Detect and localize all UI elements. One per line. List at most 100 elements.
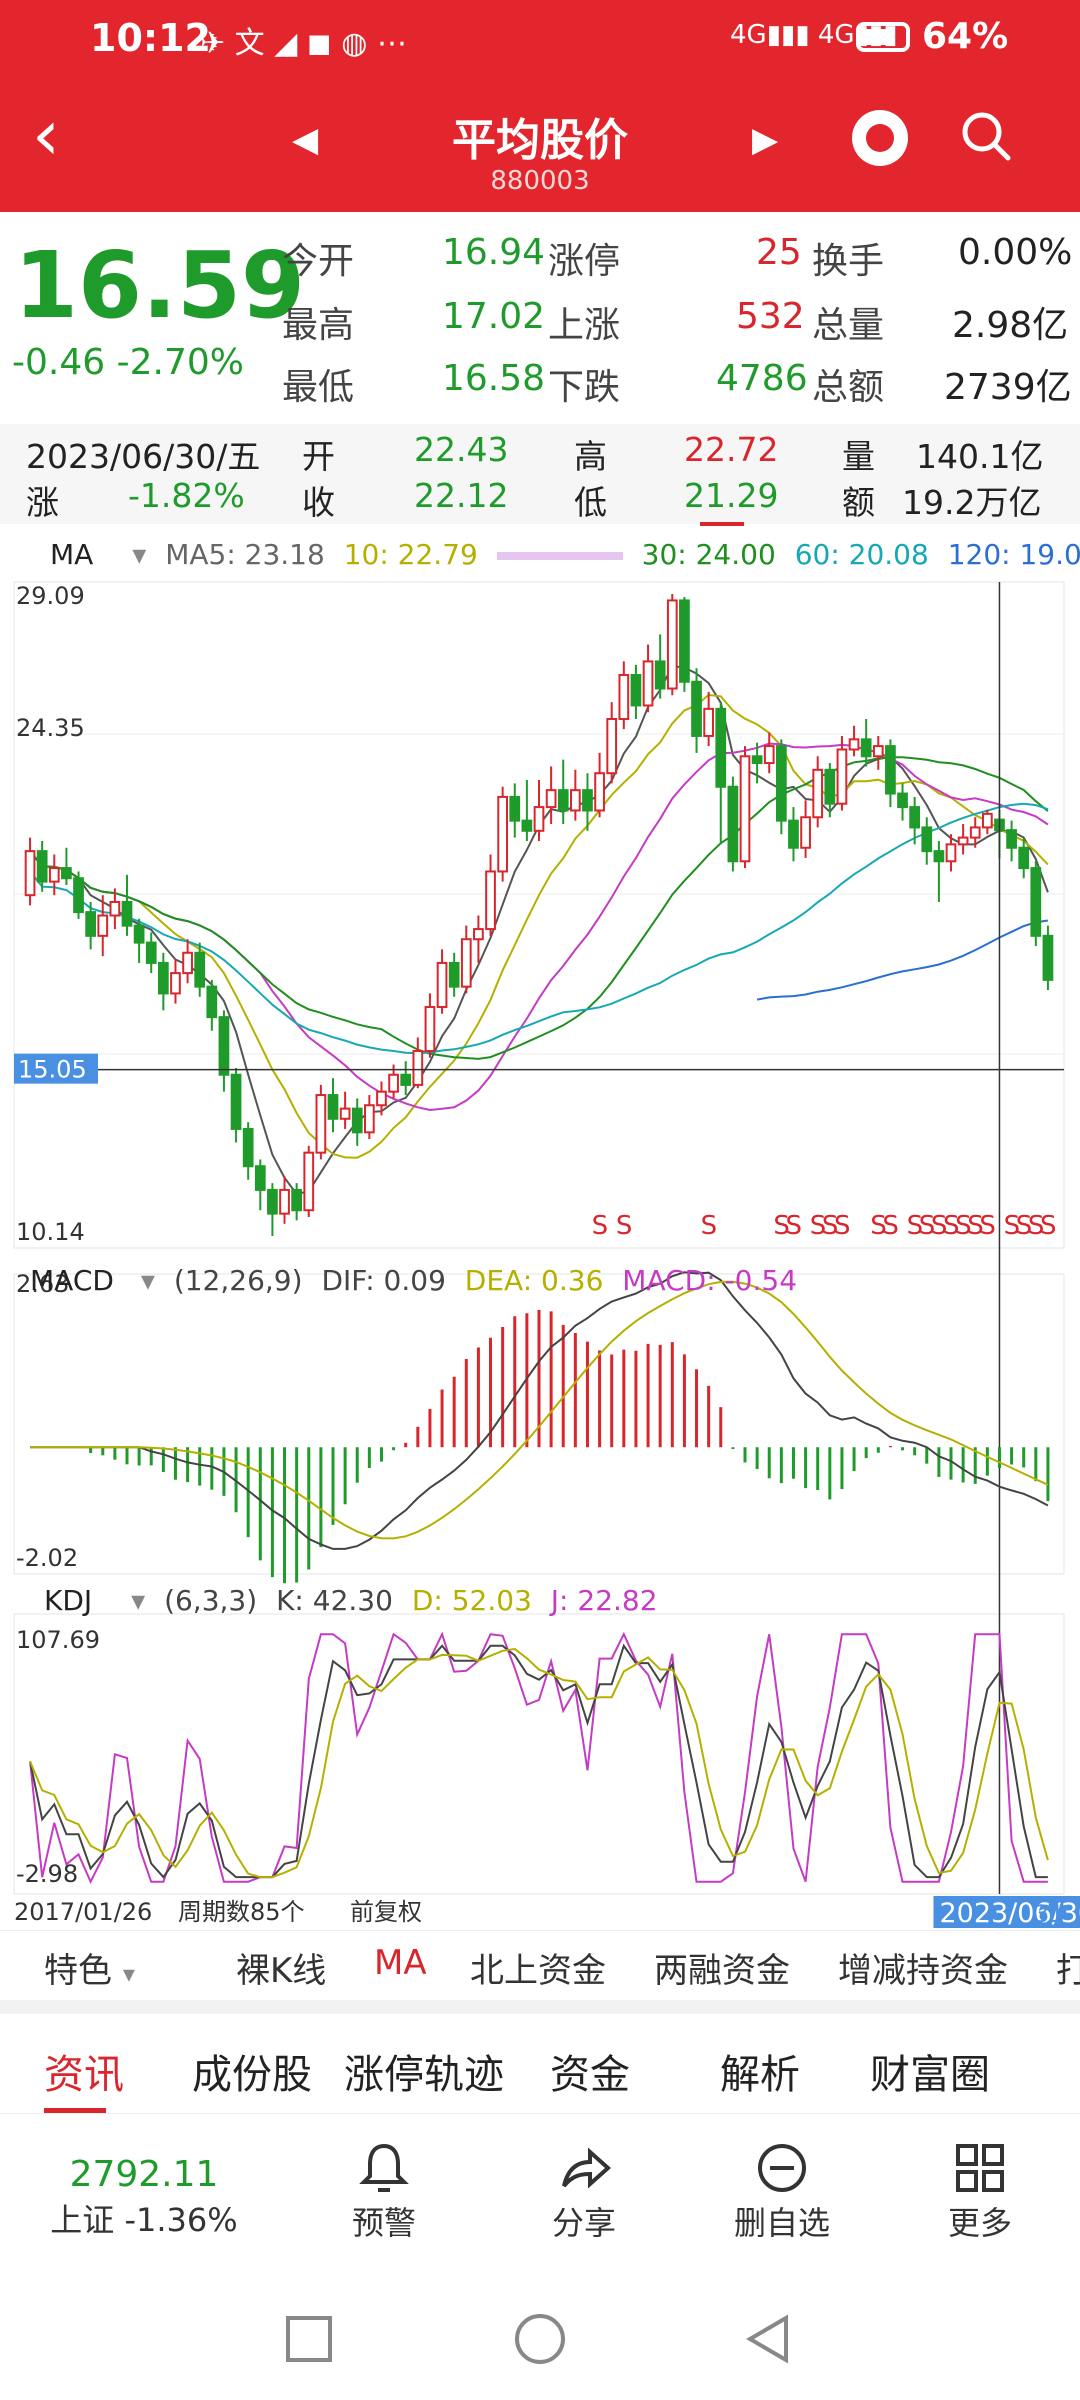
candle-body [436, 961, 448, 1008]
search-icon[interactable] [960, 110, 1012, 162]
tab-more[interactable]: 打 [1056, 1943, 1080, 1992]
more-button[interactable]: 更多 [880, 2130, 1080, 2244]
ma60-value: 60: 20.08 [794, 538, 929, 571]
label-advance: 上涨 [548, 305, 621, 346]
ohlc-volume-label: 量 [842, 437, 875, 476]
candle-body [969, 826, 981, 839]
label-low: 最低 [282, 367, 355, 408]
candle-body [642, 660, 654, 707]
stock-code: 880003 [490, 166, 590, 196]
candle-body [339, 1107, 351, 1120]
home-icon[interactable] [515, 2314, 565, 2364]
tab-news[interactable]: 资讯 [44, 2042, 124, 2100]
change-percent: -2.70% [116, 342, 244, 383]
kline-chart[interactable]: 29.0924.3510.1415.05S S S SS SSS SS SSSSSSS SSS… [0, 574, 1080, 1930]
ma120-value: 120: 19.02 [947, 538, 1080, 571]
minus-circle-icon [758, 2144, 806, 2192]
sell-signal-marker: S [785, 1211, 802, 1241]
ohlc-open-label: 开 [302, 437, 335, 476]
value-high: 17.02 [442, 296, 546, 337]
candle-body [666, 599, 678, 690]
value-amount: 2739亿 [944, 367, 1072, 408]
tab-ma[interactable]: MA [374, 1943, 427, 1983]
candle-body [254, 1165, 266, 1191]
macd-value: MACD: -0.54 [622, 1264, 798, 1297]
candle-body [206, 985, 218, 1019]
kline-axis-min: 10.14 [16, 1218, 85, 1246]
kdj-axis-min: -2.98 [16, 1860, 78, 1888]
robot-assistant-icon[interactable] [852, 110, 908, 166]
ma-legend[interactable]: MA ▾ MA5: 23.18 10: 22.79 30: 24.00 60: … [50, 538, 1080, 571]
candle-body [133, 924, 145, 944]
chevron-down-icon: ▾ [131, 1584, 146, 1617]
change-value: -0.46 [12, 342, 106, 383]
dea-value: DEA: 0.36 [464, 1264, 604, 1297]
tab-margin[interactable]: 两融资金 [654, 1943, 790, 1992]
candle-body [751, 755, 763, 765]
label-limit-up: 涨停 [548, 241, 621, 282]
ohlc-close-label: 收 [302, 483, 335, 522]
k-line [29, 1643, 1048, 1879]
candle-body [885, 745, 896, 795]
candle-body [182, 951, 193, 975]
ma-label: MA [50, 538, 94, 571]
signal-2: 4G [817, 20, 855, 50]
candle-body [85, 911, 97, 937]
candle-body [836, 748, 848, 805]
kdj-legend[interactable]: KDJ ▾ (6,3,3) K: 42.30 D: 52.03 J: 22.82 [44, 1584, 668, 1617]
label-turnover: 换手 [812, 241, 885, 282]
back-arrow-icon[interactable]: ‹ [32, 100, 60, 170]
delete-watchlist-button[interactable]: 删自选 [682, 2130, 882, 2244]
index-label: 上证 -1.36% [44, 2195, 244, 2241]
tab-holdings[interactable]: 增减持资金 [838, 1943, 1008, 1992]
label-amount: 总额 [812, 367, 885, 408]
last-price: 16.59 [14, 232, 306, 339]
index-ticker[interactable]: 2792.11 上证 -1.36% [44, 2130, 244, 2241]
candle-body [897, 792, 908, 809]
candle-body [267, 1188, 278, 1215]
candle-body [218, 1016, 230, 1076]
ma30-value: 30: 24.00 [641, 538, 776, 571]
value-low: 16.58 [442, 358, 546, 399]
index-label-text: 上证 -1.36% [50, 2201, 238, 2239]
grid-icon [956, 2144, 1004, 2192]
tab-naked-k[interactable]: 裸K线 [236, 1943, 326, 1992]
sell-signal-marker: S [701, 1211, 718, 1241]
tab-limit-up-trace[interactable]: 涨停轨迹 [344, 2042, 504, 2100]
end-date-tail: 31 [1034, 1900, 1065, 1928]
next-stock-icon[interactable]: ▶ [752, 120, 778, 160]
candle-body [872, 745, 884, 758]
macd-legend[interactable]: MACD ▾ (12,26,9) DIF: 0.09 DEA: 0.36 MAC… [30, 1264, 807, 1297]
share-button[interactable]: 分享 [484, 2130, 684, 2244]
news-tabs: 资讯 成份股 涨停轨迹 资金 解析 财富圈 [0, 2014, 1080, 2114]
candle-body [921, 826, 933, 853]
previous-stock-icon[interactable]: ◀ [292, 120, 318, 160]
quote-panel: 16.59 -0.46 -2.70% 今开 16.94 涨停 25 换手 0.0… [0, 212, 1080, 420]
candle-body [582, 789, 593, 812]
candle-body [848, 738, 860, 751]
candle-body [279, 1188, 290, 1215]
candle-body [376, 1090, 387, 1107]
candle-body [933, 850, 945, 863]
recent-apps-icon[interactable] [286, 2316, 332, 2362]
sell-signal-marker: S [979, 1211, 996, 1241]
chevron-down-icon: ▾ [140, 1264, 155, 1297]
candle-body [303, 1151, 315, 1212]
candle-body [727, 785, 739, 863]
tab-features[interactable]: 特色 ▾ [44, 1943, 135, 1992]
candle-body [691, 680, 702, 737]
price-adjust-mode: 前复权 [350, 1898, 422, 1926]
candle-body [351, 1107, 363, 1134]
tab-northbound[interactable]: 北上资金 [470, 1943, 606, 1992]
tab-constituents[interactable]: 成份股 [192, 2042, 312, 2100]
ohlc-low-label: 低 [574, 483, 607, 522]
tab-funds[interactable]: 资金 [550, 2042, 630, 2100]
back-icon[interactable] [746, 2314, 788, 2364]
candle-body [242, 1127, 254, 1168]
alert-button[interactable]: 预警 [284, 2130, 484, 2244]
start-date: 2017/01/26 [14, 1898, 152, 1926]
sell-signal-marker: S [834, 1211, 851, 1241]
tab-analysis[interactable]: 解析 [720, 2042, 800, 2100]
candle-body [569, 789, 581, 812]
tab-community[interactable]: 财富圈 [870, 2042, 990, 2100]
